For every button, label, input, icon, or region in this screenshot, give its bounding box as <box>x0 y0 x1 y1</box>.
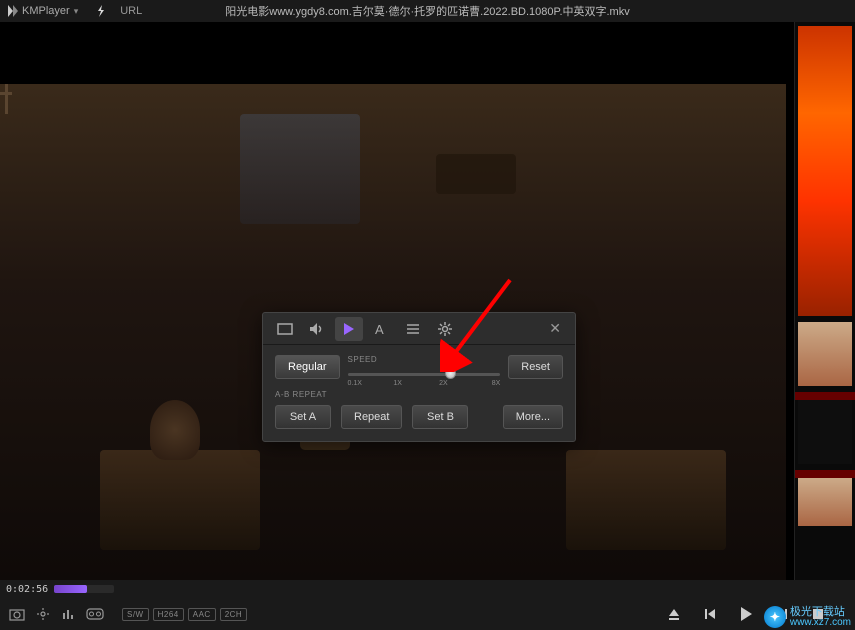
main-area: A ✕ Regular SPEED <box>0 22 855 580</box>
sidebar-thumbnails <box>795 22 855 580</box>
more-button[interactable]: More... <box>503 405 563 429</box>
codec-badges: S/W H264 AAC 2CH <box>122 608 247 621</box>
badge-sw: S/W <box>122 608 149 621</box>
reset-speed-button[interactable]: Reset <box>508 355 563 379</box>
tab-audio-icon[interactable] <box>303 317 331 341</box>
window-title: 阳光电影www.ygdy8.com.吉尔莫·德尔·托罗的匹诺曹.2022.BD.… <box>225 3 629 19</box>
badge-aac: AAC <box>188 608 216 621</box>
speed-1x: 1X <box>393 380 402 387</box>
set-b-button[interactable]: Set B <box>412 405 468 429</box>
current-time: 0:02:56 <box>6 584 48 595</box>
abrepeat-label: A-B REPEAT <box>275 390 563 399</box>
tab-settings-icon[interactable] <box>431 317 459 341</box>
url-button[interactable]: URL <box>120 5 142 17</box>
sidebar-thumb[interactable] <box>798 400 852 464</box>
bottom-bar: 0:02:56 S/W H264 AAC 2CH <box>0 580 855 630</box>
set-a-button[interactable]: Set A <box>275 405 331 429</box>
thumb-label <box>795 392 855 400</box>
thumb-label <box>795 470 855 478</box>
speed-slider-handle[interactable] <box>445 368 456 379</box>
sidebar-thumb[interactable] <box>798 478 852 526</box>
settings-icon[interactable] <box>34 605 52 623</box>
badge-ch: 2CH <box>220 608 248 621</box>
panel-tabs: A ✕ <box>263 313 575 345</box>
playback-panel: A ✕ Regular SPEED <box>262 312 576 442</box>
prev-icon[interactable] <box>701 605 719 623</box>
sidebar-thumb[interactable] <box>798 26 852 316</box>
kmplayer-icon <box>8 5 20 17</box>
speed-slider[interactable]: 0.1X 1X 2X 8X <box>348 364 501 384</box>
app-logo[interactable]: KMPlayer <box>8 5 70 17</box>
eject-icon[interactable] <box>665 605 683 623</box>
progress-bar[interactable] <box>54 585 114 593</box>
tab-list-icon[interactable] <box>399 317 427 341</box>
sidebar-thumb[interactable] <box>798 322 852 386</box>
regular-speed-button[interactable]: Regular <box>275 355 340 379</box>
app-name: KMPlayer <box>22 5 70 17</box>
play-icon[interactable] <box>737 605 755 623</box>
lightning-icon[interactable] <box>96 5 106 17</box>
watermark-url: www.xz7.com <box>790 618 851 628</box>
app-menu-dropdown-icon[interactable]: ▾ <box>74 6 79 17</box>
vr-icon[interactable] <box>86 605 104 623</box>
svg-text:A: A <box>375 322 384 336</box>
speed-label: SPEED <box>348 355 501 364</box>
watermark-cn: 极光下载站 <box>790 607 851 618</box>
title-bar: KMPlayer ▾ URL 阳光电影www.ygdy8.com.吉尔莫·德尔·… <box>0 0 855 22</box>
speed-current: 2X <box>439 380 448 387</box>
speed-min: 0.1X <box>348 380 362 387</box>
equalizer-icon[interactable] <box>60 605 78 623</box>
tab-screen-icon[interactable] <box>271 317 299 341</box>
panel-close-icon[interactable]: ✕ <box>543 318 567 339</box>
repeat-button[interactable]: Repeat <box>341 405 402 429</box>
tab-playback-icon[interactable] <box>335 317 363 341</box>
tab-subtitle-icon[interactable]: A <box>367 317 395 341</box>
watermark: ✦ 极光下载站 www.xz7.com <box>764 606 851 628</box>
video-area[interactable]: A ✕ Regular SPEED <box>0 22 795 580</box>
watermark-icon: ✦ <box>764 606 786 628</box>
speed-max: 8X <box>492 380 501 387</box>
badge-h264: H264 <box>153 608 184 621</box>
screenshot-icon[interactable] <box>8 605 26 623</box>
